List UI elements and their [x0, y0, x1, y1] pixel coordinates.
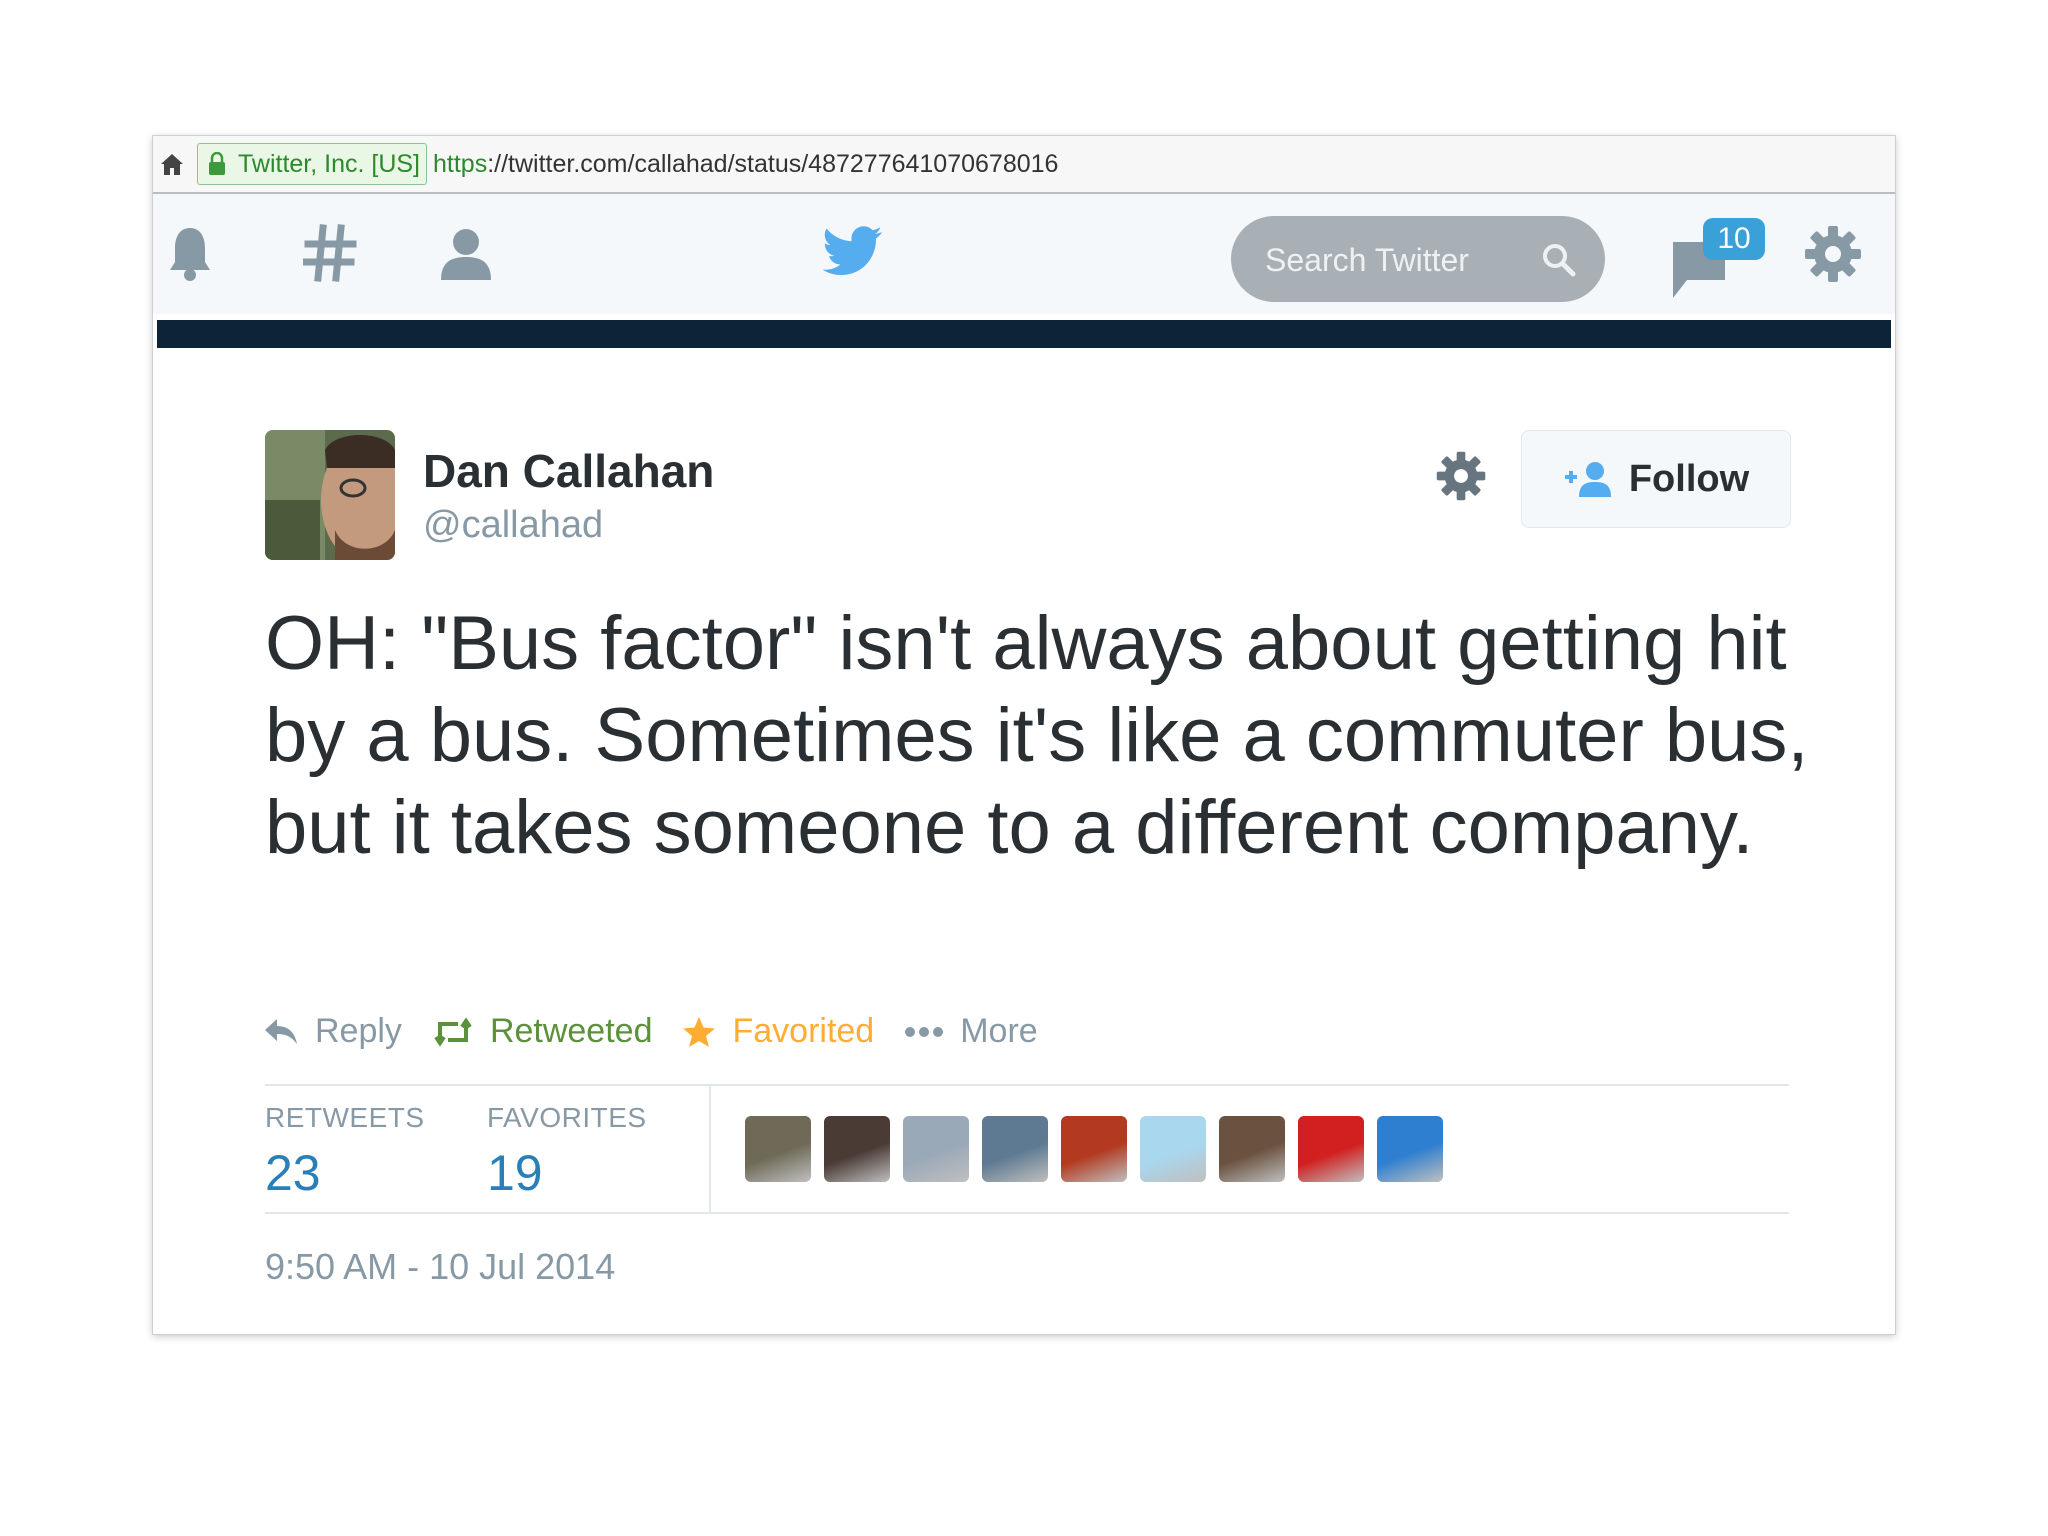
stats-divider-top: [265, 1084, 1789, 1086]
stats-divider-bottom: [265, 1212, 1789, 1214]
gear-icon[interactable]: [1803, 224, 1863, 284]
url-scheme: https: [433, 149, 488, 178]
tweet-card: Dan Callahan @callahad Follow OH: "Bus f…: [153, 348, 1895, 1334]
favoriter-avatar[interactable]: [1219, 1116, 1285, 1182]
favoriter-avatar[interactable]: [903, 1116, 969, 1182]
tweet-timestamp[interactable]: 9:50 AM - 10 Jul 2014: [265, 1246, 615, 1288]
home-icon[interactable]: [159, 151, 185, 177]
tweet-gear-icon[interactable]: [1435, 450, 1487, 502]
favoriter-avatar[interactable]: [982, 1116, 1048, 1182]
search-icon[interactable]: [1541, 242, 1577, 278]
author-handle[interactable]: @callahad: [423, 504, 603, 547]
avatar[interactable]: [265, 430, 395, 560]
lock-icon: [209, 152, 225, 175]
retweet-button[interactable]: Retweeted: [432, 1012, 653, 1051]
favoriter-avatar[interactable]: [1377, 1116, 1443, 1182]
favoriter-avatar[interactable]: [1298, 1116, 1364, 1182]
bell-icon[interactable]: [167, 222, 213, 284]
url-text[interactable]: https://twitter.com/callahad/status/4872…: [433, 150, 1058, 179]
favoriters-avatars: [745, 1116, 1456, 1182]
author-name[interactable]: Dan Callahan: [423, 444, 714, 498]
follow-user-icon: [1564, 462, 1611, 497]
person-icon[interactable]: [437, 222, 495, 284]
certificate-badge[interactable]: Twitter, Inc. [US]: [197, 143, 427, 185]
address-bar[interactable]: Twitter, Inc. [US] https://twitter.com/c…: [153, 136, 1895, 194]
tweet-actions: Reply Retweeted Favorited More: [263, 1012, 1068, 1051]
avatar-image: [265, 430, 395, 560]
url-path: ://twitter.com/callahad/status/487277641…: [487, 149, 1059, 178]
retweet-icon: [434, 1016, 472, 1047]
favorite-button[interactable]: Favorited: [682, 1012, 874, 1051]
favorites-label[interactable]: FAVORITES: [487, 1102, 647, 1134]
messages-count-badge: 10: [1703, 218, 1765, 260]
search-input[interactable]: [1263, 216, 1527, 304]
favorites-count[interactable]: 19: [487, 1144, 543, 1202]
reply-button[interactable]: Reply: [263, 1012, 402, 1051]
retweets-count[interactable]: 23: [265, 1144, 321, 1202]
more-label: More: [960, 1012, 1038, 1050]
retweets-label[interactable]: RETWEETS: [265, 1102, 425, 1134]
favoriter-avatar[interactable]: [1140, 1116, 1206, 1182]
retweet-label: Retweeted: [489, 1012, 653, 1050]
browser-window: Twitter, Inc. [US] https://twitter.com/c…: [153, 136, 1895, 1334]
follow-label: Follow: [1628, 457, 1750, 500]
more-dots-icon: [905, 1026, 944, 1037]
favoriter-avatar[interactable]: [1061, 1116, 1127, 1182]
twitter-bird-icon[interactable]: [823, 226, 883, 276]
star-icon: [683, 1016, 716, 1047]
favorite-label: Favorited: [732, 1012, 875, 1050]
search-box[interactable]: [1231, 216, 1605, 304]
reply-label: Reply: [315, 1012, 402, 1050]
tweet-text: OH: "Bus factor" isn't always about gett…: [265, 601, 1809, 870]
certificate-label: Twitter, Inc. [US]: [238, 149, 420, 178]
favoriter-avatar[interactable]: [745, 1116, 811, 1182]
twitter-top-nav: [153, 194, 1895, 314]
more-button[interactable]: More: [904, 1012, 1038, 1051]
header-bar: [157, 320, 1891, 348]
hashtag-icon[interactable]: [303, 222, 357, 284]
reply-icon: [265, 1018, 297, 1044]
stats-separator: [709, 1086, 711, 1214]
follow-button[interactable]: Follow: [1521, 430, 1791, 528]
favoriter-avatar[interactable]: [824, 1116, 890, 1182]
